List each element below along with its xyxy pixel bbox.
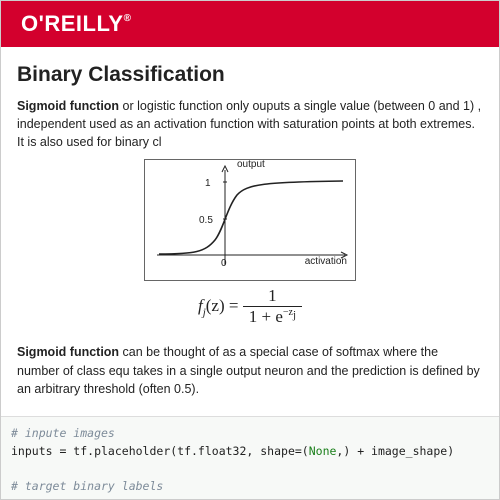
code-line: inputs = tf.placeholder(tf.float32, shap… (11, 444, 454, 458)
term-sigmoid-2: Sigmoid function (17, 345, 119, 359)
header-bar: O'REILLY® (1, 1, 499, 47)
intro-paragraph-1: Sigmoid function or logistic function on… (17, 97, 483, 151)
page-title: Binary Classification (17, 63, 483, 87)
article-body: Binary Classification Sigmoid function o… (1, 47, 499, 416)
intro-paragraph-2: Sigmoid function can be thought of as a … (17, 343, 483, 397)
term-sigmoid: Sigmoid function (17, 99, 119, 113)
sigmoid-plot: output 1 0.5 0 activation (144, 159, 356, 281)
page: O'REILLY® Binary Classification Sigmoid … (0, 0, 500, 500)
code-block: # inpute images inputs = tf.placeholder(… (1, 416, 499, 500)
code-comment: # target binary labels (11, 479, 163, 493)
plot-svg (145, 160, 355, 280)
code-comment: # inpute images (11, 426, 115, 440)
figure: output 1 0.5 0 activation fj(z) = 11 + e… (17, 159, 483, 337)
brand-logo: O'REILLY® (21, 11, 131, 37)
sigmoid-formula: fj(z) = 11 + e−zj (198, 287, 302, 327)
